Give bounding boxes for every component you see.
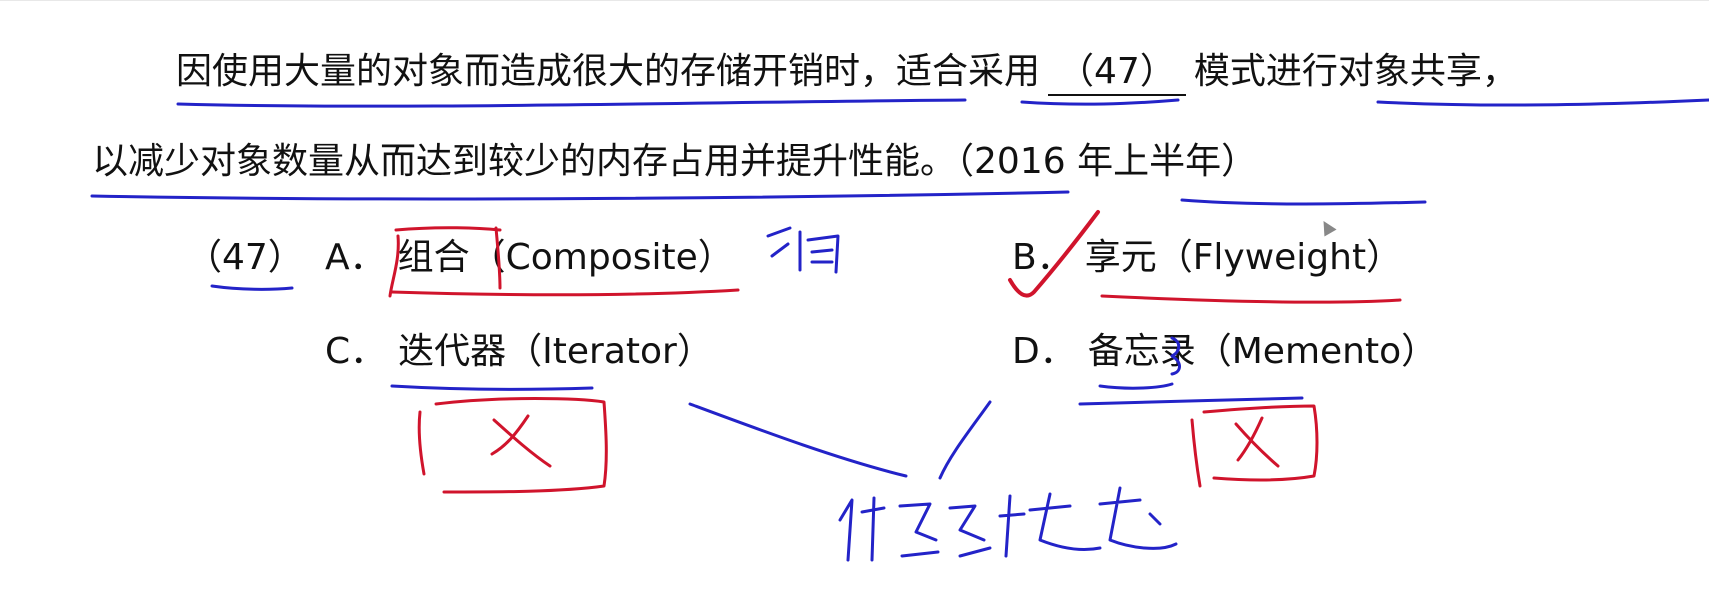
blue-underline-source xyxy=(1180,198,1427,206)
question-line-2: 以减少对象数量从而达到较少的内存占用并提升性能。（2016 年上半年） xyxy=(92,140,1257,184)
option-a-letter: A． xyxy=(325,237,386,278)
option-b-text: 享元（Flyweight） xyxy=(1084,237,1403,278)
question-line-1: 因使用大量的对象而造成很大的存储开销时，适合采用 （47） 模式进行对象共享， xyxy=(176,50,1518,96)
option-d: D． 备忘录（Memento） xyxy=(1012,330,1437,374)
mouse-cursor-icon xyxy=(1317,217,1337,237)
option-b-letter: B． xyxy=(1012,237,1073,278)
blue-underline-line2 xyxy=(90,190,1070,201)
blue-connector-right xyxy=(938,400,992,480)
red-x-option-d xyxy=(1234,416,1280,468)
question-blank: （47） xyxy=(1048,50,1186,96)
option-c-text: 迭代器（Iterator） xyxy=(398,331,713,372)
blue-underline-line1c xyxy=(1376,98,1709,107)
blue-underline-number xyxy=(210,284,294,291)
red-box-option-d xyxy=(1190,404,1319,488)
blue-underline-line1b xyxy=(1020,98,1180,106)
question-text-part1: 因使用大量的对象而造成很大的存储开销时， xyxy=(176,51,897,92)
question-source: （2016 年上半年） xyxy=(956,141,1258,182)
option-a-text: 组合（Composite） xyxy=(397,237,734,278)
question-text-line2: 以减少对象数量从而达到较少的内存占用并提升性能。 xyxy=(92,141,957,182)
option-a: A． 组合（Composite） xyxy=(325,236,734,280)
blue-underline-option-d2 xyxy=(1078,396,1304,406)
red-box-option-c xyxy=(417,397,608,494)
red-underline-option-a xyxy=(390,288,740,297)
blue-underline-option-c xyxy=(390,384,594,391)
blue-note-bottom xyxy=(838,486,1178,562)
option-c: C． 迭代器（Iterator） xyxy=(325,330,713,374)
option-c-letter: C． xyxy=(325,331,387,372)
question-number: （47） xyxy=(186,237,304,278)
option-d-letter: D． xyxy=(1012,331,1076,372)
option-d-text: 备忘录（Memento） xyxy=(1087,331,1438,372)
blue-underline-line1a xyxy=(176,98,967,108)
top-divider xyxy=(0,0,1709,1)
question-text-part3: 模式进行对象共享， xyxy=(1193,51,1518,92)
blue-connector-left xyxy=(688,402,908,478)
blue-note-a xyxy=(766,226,840,274)
question-text-part2: 适合采用 xyxy=(896,51,1041,92)
option-b: B． 享元（Flyweight） xyxy=(1012,236,1402,280)
red-underline-option-b xyxy=(1100,294,1402,304)
blue-underline-option-d xyxy=(1098,382,1174,390)
red-x-option-c xyxy=(490,414,552,468)
